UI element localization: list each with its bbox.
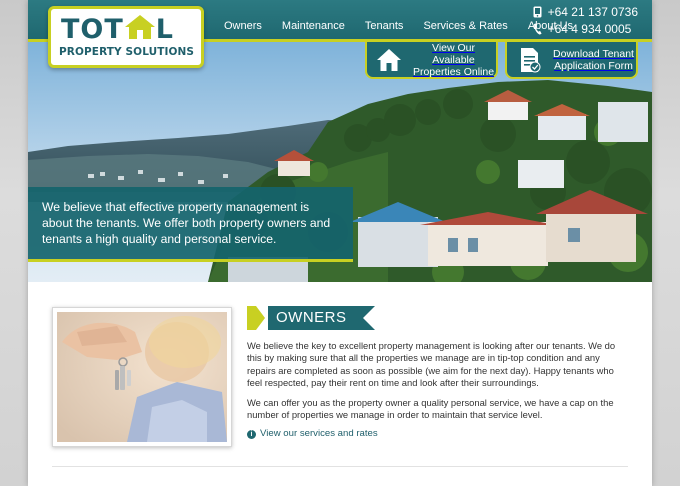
hero-tagline-banner: We believe that effective property manag… (28, 187, 353, 262)
house-icon (377, 48, 401, 71)
nav-tenants[interactable]: Tenants (365, 20, 404, 32)
owners-paragraph-1: We believe the key to excellent property… (247, 340, 616, 389)
phone-handset-icon (533, 23, 542, 35)
arrow-right-icon (247, 306, 265, 330)
view-services-link-label: View our services and rates (260, 428, 378, 440)
info-icon: i (247, 430, 256, 440)
page: We believe that effective property manag… (28, 0, 652, 486)
site-logo[interactable]: TOT L PROPERTY SOLUTIONS (48, 6, 204, 68)
view-properties-button[interactable]: View Our Available Properties Online (365, 42, 498, 79)
landline-phone-number[interactable]: +64 4 934 0005 (548, 22, 632, 36)
logo-house-icon (124, 15, 156, 40)
phone-numbers: +64 21 137 0736 +64 4 934 0005 (533, 3, 638, 37)
landline-phone-row: +64 4 934 0005 (533, 20, 638, 37)
document-icon (521, 47, 541, 72)
hero-tagline: We believe that effective property manag… (42, 200, 331, 246)
logo-subtitle: PROPERTY SOLUTIONS (59, 46, 195, 58)
logo-wordmark: TOT L (61, 14, 175, 45)
section-divider (52, 466, 628, 467)
nav-services-rates[interactable]: Services & Rates (423, 20, 507, 32)
view-services-link[interactable]: i View our services and rates (247, 428, 629, 440)
view-properties-label: View Our Available Properties Online (412, 41, 495, 78)
hand-with-keys-image (57, 312, 227, 442)
owners-photo (52, 307, 232, 447)
owners-section-header: OWNERS (247, 306, 374, 330)
owners-paragraph-2: We can offer you as the property owner a… (247, 396, 614, 421)
nav-owners[interactable]: Owners (224, 20, 262, 32)
mobile-phone-row: +64 21 137 0736 (533, 3, 638, 20)
owners-title: OWNERS (268, 306, 374, 330)
download-application-button[interactable]: Download Tenant Application Form (505, 42, 638, 79)
download-application-label: Download Tenant Application Form (553, 47, 634, 72)
mobile-phone-icon (533, 6, 542, 17)
mobile-phone-number[interactable]: +64 21 137 0736 (548, 5, 638, 19)
nav-maintenance[interactable]: Maintenance (282, 20, 345, 32)
owners-body: We believe the key to excellent property… (247, 340, 629, 441)
